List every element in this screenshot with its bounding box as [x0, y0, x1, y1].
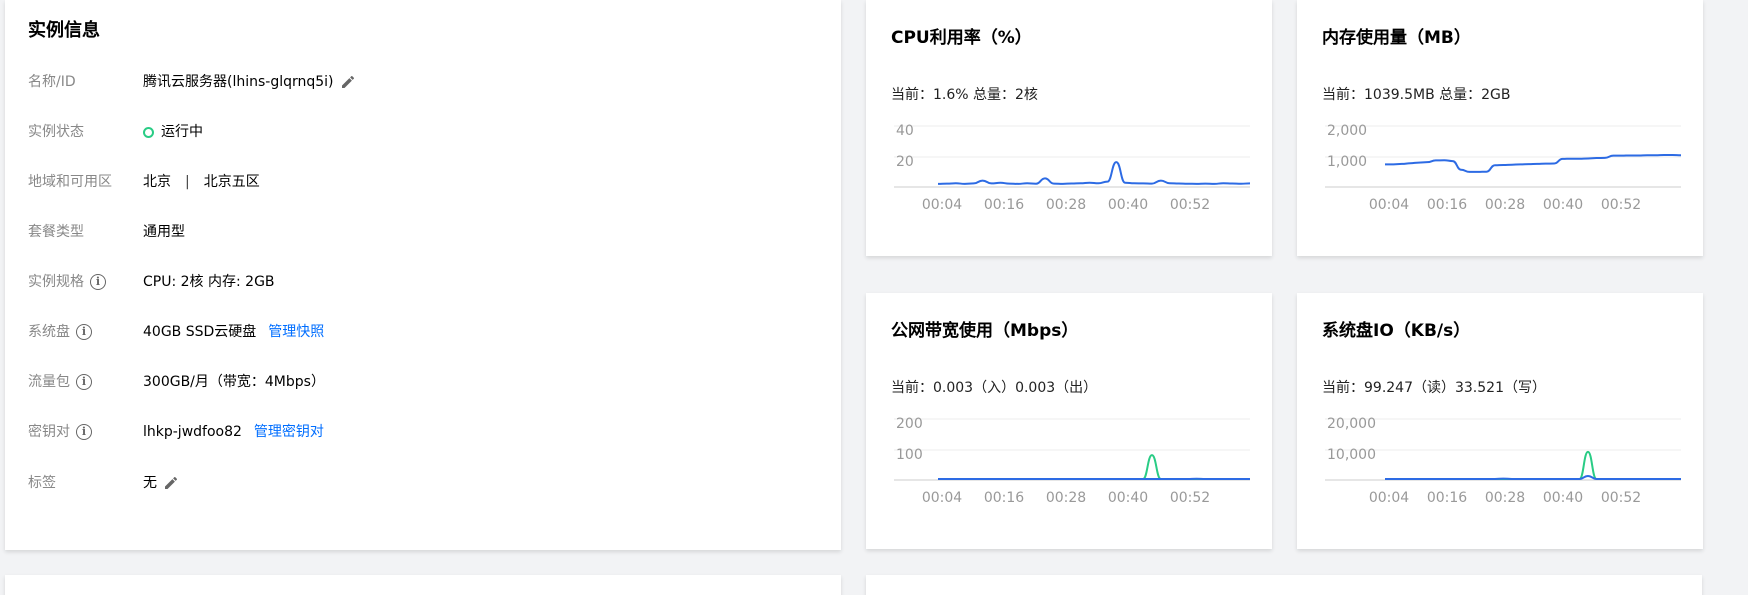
info-row-name: 名称/ID 腾讯云服务器(lhins-glqrnq5i): [28, 70, 808, 94]
disk-io-current: 当前：99.247（读）33.521（写）: [1322, 380, 1546, 396]
x-tick-label: 00:28: [1046, 490, 1086, 506]
memory-usage-title: 内存使用量（MB）: [1322, 28, 1471, 48]
cpu-usage-current: 当前：1.6% 总量：2核: [891, 87, 1038, 103]
y-tick-label: 100: [896, 447, 923, 463]
status-label: 实例状态: [28, 124, 84, 140]
keypair-label: 密钥对: [28, 424, 70, 440]
x-tick-label: 00:16: [984, 490, 1024, 506]
info-row-system-disk: 系统盘 i 40GB SSD云硬盘 管理快照: [28, 320, 808, 344]
zone-value: 北京五区: [203, 174, 260, 190]
x-tick-label: 00:52: [1601, 490, 1641, 506]
instance-info-title: 实例信息: [28, 20, 100, 41]
manage-keypairs-link[interactable]: 管理密钥对: [254, 420, 324, 444]
x-tick-label: 00:40: [1543, 490, 1583, 506]
region-value: 北京: [143, 174, 171, 190]
spec-info-icon[interactable]: i: [90, 274, 106, 290]
series-line: [1384, 474, 1681, 480]
instance-info-card: 实例信息 名称/ID 腾讯云服务器(lhins-glqrnq5i) 实例状态 运…: [5, 0, 841, 550]
cpu-usage-chart: 40 20 00:04 00:16 00:28 00:40 00:52: [894, 123, 1250, 213]
traffic-value: 300GB/月（带宽：4Mbps）: [143, 374, 325, 390]
x-tick-label: 00:04: [1369, 197, 1409, 213]
bandwidth-usage-title: 公网带宽使用（Mbps）: [891, 321, 1079, 341]
bandwidth-usage-chart: 200 100 00:04 00:16 00:28 00:40 00:52: [894, 416, 1250, 506]
x-tick-label: 00:16: [1427, 490, 1467, 506]
y-tick-label: 2,000: [1327, 123, 1367, 139]
y-tick-label: 40: [896, 123, 914, 139]
spec-value: CPU: 2核 内存: 2GB: [143, 274, 275, 290]
traffic-info-icon[interactable]: i: [76, 374, 92, 390]
info-row-region: 地域和可用区 北京 | 北京五区: [28, 170, 808, 194]
spec-label: 实例规格: [28, 274, 84, 290]
x-tick-label: 00:16: [984, 197, 1024, 213]
y-tick-label: 20: [896, 154, 914, 170]
y-tick-label: 1,000: [1327, 154, 1367, 170]
package-value: 通用型: [143, 224, 185, 240]
region-label: 地域和可用区: [28, 174, 112, 190]
x-tick-label: 00:28: [1485, 197, 1525, 213]
x-tick-label: 00:28: [1046, 197, 1086, 213]
info-row-spec: 实例规格 i CPU: 2核 内存: 2GB: [28, 270, 808, 294]
traffic-label: 流量包: [28, 374, 70, 390]
x-tick-label: 00:04: [922, 197, 962, 213]
info-row-keypair: 密钥对 i lhkp-jwdfoo82 管理密钥对: [28, 420, 808, 444]
x-tick-label: 00:52: [1170, 490, 1210, 506]
x-tick-label: 00:16: [1427, 197, 1467, 213]
x-tick-label: 00:40: [1108, 490, 1148, 506]
y-tick-label: 200: [896, 416, 923, 432]
x-tick-label: 00:04: [1369, 490, 1409, 506]
cpu-usage-title: CPU利用率（%）: [891, 28, 1032, 48]
info-row-traffic: 流量包 i 300GB/月（带宽：4Mbps）: [28, 370, 808, 394]
info-row-status: 实例状态 运行中: [28, 120, 808, 144]
series-line: [937, 454, 1250, 480]
series-line: [937, 161, 1250, 185]
x-tick-label: 00:40: [1108, 197, 1148, 213]
package-label: 套餐类型: [28, 224, 84, 240]
disk-io-card[interactable]: 系统盘IO（KB/s） 当前：99.247（读）33.521（写） 20,000…: [1297, 293, 1703, 549]
tags-label: 标签: [28, 475, 56, 491]
bandwidth-usage-card[interactable]: 公网带宽使用（Mbps） 当前：0.003（入）0.003（出） 200 100 0…: [866, 293, 1272, 549]
x-tick-label: 00:40: [1543, 197, 1583, 213]
name-value: 腾讯云服务器(lhins-glqrnq5i): [143, 74, 334, 90]
keypair-value: lhkp-jwdfoo82: [143, 424, 242, 440]
info-row-tags: 标签 无: [28, 471, 808, 495]
running-status-icon: [143, 126, 154, 138]
x-tick-label: 00:52: [1170, 197, 1210, 213]
info-row-package: 套餐类型 通用型: [28, 220, 808, 244]
manage-snapshots-link[interactable]: 管理快照: [268, 320, 324, 344]
lower-right-card: [866, 575, 1702, 595]
memory-usage-chart: 2,000 1,000 00:04 00:16 00:28 00:40 00:52: [1325, 123, 1681, 213]
y-tick-label: 10,000: [1327, 447, 1376, 463]
status-value: 运行中: [161, 124, 203, 140]
system-disk-label: 系统盘: [28, 324, 70, 340]
disk-io-chart: 20,000 10,000 00:04 00:16 00:28 00:40 00:52: [1325, 416, 1681, 506]
system-disk-info-icon[interactable]: i: [76, 324, 92, 340]
region-separator: |: [185, 174, 190, 190]
edit-tags-icon[interactable]: [163, 475, 179, 491]
y-tick-label: 20,000: [1327, 416, 1376, 432]
cpu-usage-card[interactable]: CPU利用率（%） 当前：1.6% 总量：2核 40 20 00:04 00:16 00…: [866, 0, 1272, 256]
memory-usage-current: 当前：1039.5MB 总量：2GB: [1322, 87, 1511, 103]
keypair-info-icon[interactable]: i: [76, 424, 92, 440]
system-disk-value: 40GB SSD云硬盘: [143, 324, 257, 340]
tags-value: 无: [143, 475, 157, 491]
lower-left-card: [5, 575, 841, 595]
x-tick-label: 00:52: [1601, 197, 1641, 213]
memory-usage-card[interactable]: 内存使用量（MB） 当前：1039.5MB 总量：2GB 2,000 1,000 0…: [1297, 0, 1703, 256]
series-line: [1384, 154, 1681, 173]
bandwidth-usage-current: 当前：0.003（入）0.003（出）: [891, 380, 1098, 396]
x-tick-label: 00:04: [922, 490, 962, 506]
name-label: 名称/ID: [28, 74, 76, 90]
edit-name-icon[interactable]: [340, 74, 356, 90]
disk-io-title: 系统盘IO（KB/s）: [1322, 321, 1471, 341]
series-line: [1384, 450, 1681, 480]
x-tick-label: 00:28: [1485, 490, 1525, 506]
